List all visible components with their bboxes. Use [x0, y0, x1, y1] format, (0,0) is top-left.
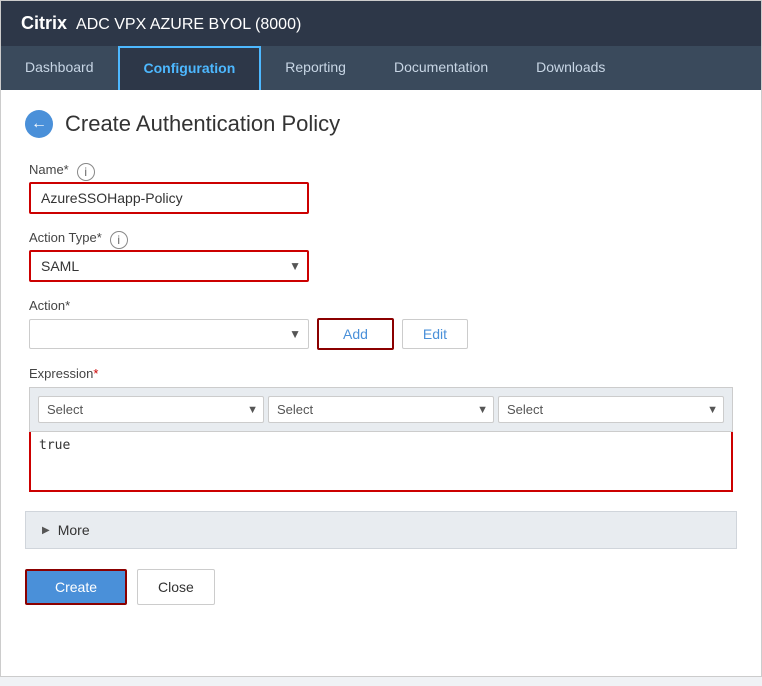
name-label: Name* [29, 162, 69, 177]
action-select-wrapper: ▼ [29, 319, 309, 349]
expr-select-wrap-1: Select ▼ [38, 396, 264, 423]
add-button[interactable]: Add [317, 318, 394, 350]
form-section: Name* i Action Type* i SAML LDAP RADIUS [25, 162, 737, 495]
expression-req-star: * [93, 366, 98, 381]
nav-item-documentation[interactable]: Documentation [370, 46, 512, 90]
main-nav: Dashboard Configuration Reporting Docume… [1, 46, 761, 90]
page-title: Create Authentication Policy [65, 111, 340, 137]
page-content: ← Create Authentication Policy Name* i A… [1, 90, 761, 676]
action-type-label: Action Type* [29, 230, 102, 245]
expression-select-2[interactable]: Select [268, 396, 494, 423]
action-label: Action* [29, 298, 733, 313]
app-header: Citrix ADC VPX AZURE BYOL (8000) [1, 1, 761, 46]
name-info-icon[interactable]: i [77, 163, 95, 181]
expression-section: Expression* Select ▼ Select ▼ [29, 366, 733, 495]
expr-select-wrap-2: Select ▼ [268, 396, 494, 423]
page-title-row: ← Create Authentication Policy [25, 110, 737, 138]
brand-citrix: Citrix [21, 13, 67, 33]
more-label: More [58, 522, 90, 538]
expression-textarea[interactable]: true [29, 432, 733, 492]
action-type-select[interactable]: SAML LDAP RADIUS [29, 250, 309, 282]
nav-item-downloads[interactable]: Downloads [512, 46, 629, 90]
expression-label: Expression* [29, 366, 733, 381]
name-group: Name* i [29, 162, 733, 214]
name-label-row: Name* i [29, 162, 733, 182]
action-type-group: Action Type* i SAML LDAP RADIUS ▼ [29, 230, 733, 282]
brand: Citrix ADC VPX AZURE BYOL (8000) [21, 13, 301, 34]
name-input[interactable] [29, 182, 309, 214]
nav-item-configuration[interactable]: Configuration [118, 46, 262, 90]
nav-item-reporting[interactable]: Reporting [261, 46, 370, 90]
expr-select-wrap-3: Select ▼ [498, 396, 724, 423]
footer-buttons: Create Close [25, 569, 737, 605]
brand-adc: ADC VPX AZURE BYOL (8000) [76, 16, 301, 33]
create-button[interactable]: Create [25, 569, 127, 605]
more-section[interactable]: ▶ More [25, 511, 737, 549]
back-button[interactable]: ← [25, 110, 53, 138]
app-container: Citrix ADC VPX AZURE BYOL (8000) Dashboa… [0, 0, 762, 677]
action-type-label-row: Action Type* i [29, 230, 733, 250]
more-triangle-icon: ▶ [42, 525, 50, 536]
nav-item-dashboard[interactable]: Dashboard [1, 46, 118, 90]
expression-select-3[interactable]: Select [498, 396, 724, 423]
edit-button[interactable]: Edit [402, 319, 468, 349]
action-row: ▼ Add Edit [29, 318, 733, 350]
action-type-select-wrapper: SAML LDAP RADIUS ▼ [29, 250, 309, 282]
action-group: Action* ▼ Add Edit [29, 298, 733, 350]
expression-select-1[interactable]: Select [38, 396, 264, 423]
back-icon: ← [31, 115, 47, 133]
action-type-info-icon[interactable]: i [110, 231, 128, 249]
expression-selects-row: Select ▼ Select ▼ Select ▼ [29, 387, 733, 432]
action-select[interactable] [29, 319, 309, 349]
close-button[interactable]: Close [137, 569, 215, 605]
